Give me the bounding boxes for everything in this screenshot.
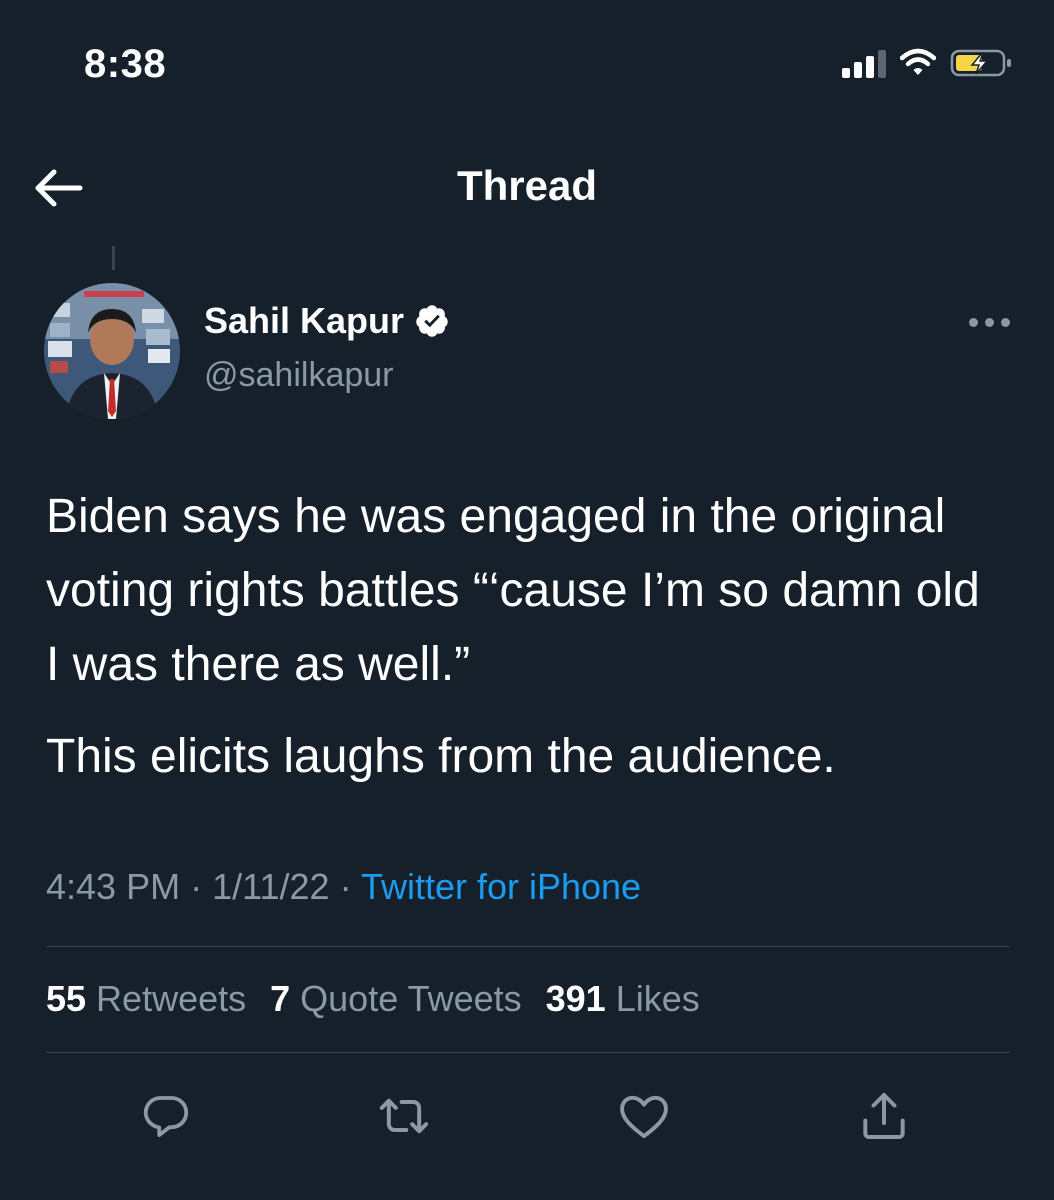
retweets-label: Retweets	[96, 978, 247, 1019]
battery-charging-icon	[950, 49, 1011, 77]
retweet-button[interactable]	[376, 1088, 432, 1144]
verified-badge-icon	[416, 305, 448, 337]
more-dots-icon	[969, 318, 978, 327]
tweet-meta: 4:43 PM · 1/11/22 · Twitter for iPhone	[46, 866, 641, 908]
meta-separator: ·	[190, 866, 203, 907]
share-button[interactable]	[856, 1088, 912, 1144]
like-button[interactable]	[616, 1088, 672, 1144]
retweets-stat[interactable]: 55 Retweets	[46, 978, 246, 1020]
quote-tweets-stat[interactable]: 7 Quote Tweets	[270, 978, 522, 1020]
retweets-count: 55	[46, 978, 87, 1019]
tweet-source-link[interactable]: Twitter for iPhone	[361, 866, 641, 907]
tweet-text: Biden says he was engaged in the origina…	[46, 480, 1006, 794]
author-name-row: Sahil Kapur	[204, 300, 450, 342]
likes-stat[interactable]: 391 Likes	[546, 978, 700, 1020]
tweet-actions	[0, 1080, 1054, 1150]
status-icons	[842, 48, 1014, 78]
status-bar: 8:38	[0, 0, 1054, 130]
tweet-date: 1/11/22	[212, 866, 330, 907]
author-handle[interactable]: @sahilkapur	[204, 356, 450, 395]
share-icon	[863, 1093, 905, 1139]
status-time: 8:38	[84, 42, 167, 86]
quote-tweets-count: 7	[270, 978, 291, 1019]
avatar-image	[44, 283, 180, 419]
tweet-stats: 55 Retweets 7 Quote Tweets 391 Likes	[46, 978, 700, 1020]
tweet-paragraph: This elicits laughs from the audience.	[46, 730, 836, 783]
retweet-icon	[379, 1098, 429, 1134]
quote-tweets-label: Quote Tweets	[300, 978, 522, 1019]
cellular-signal-icon	[842, 48, 886, 78]
reply-button[interactable]	[138, 1088, 194, 1144]
tweet-author[interactable]: Sahil Kapur @sahilkapur	[204, 300, 450, 395]
tweet-paragraph: Biden says he was engaged in the origina…	[46, 490, 980, 691]
likes-label: Likes	[615, 978, 700, 1019]
reply-icon	[143, 1096, 189, 1138]
page-title: Thread	[456, 162, 598, 209]
divider	[46, 1052, 1010, 1053]
meta-separator: ·	[339, 866, 352, 907]
more-options-button[interactable]	[969, 318, 1010, 327]
navigation-bar: Thread	[0, 140, 1054, 240]
author-name[interactable]: Sahil Kapur	[204, 300, 404, 342]
thread-connector-line	[112, 246, 115, 270]
like-icon	[620, 1095, 668, 1139]
avatar[interactable]	[44, 283, 180, 419]
divider	[46, 946, 1010, 947]
likes-count: 391	[545, 978, 606, 1019]
wifi-icon	[900, 48, 936, 75]
tweet-time: 4:43 PM	[46, 866, 181, 907]
